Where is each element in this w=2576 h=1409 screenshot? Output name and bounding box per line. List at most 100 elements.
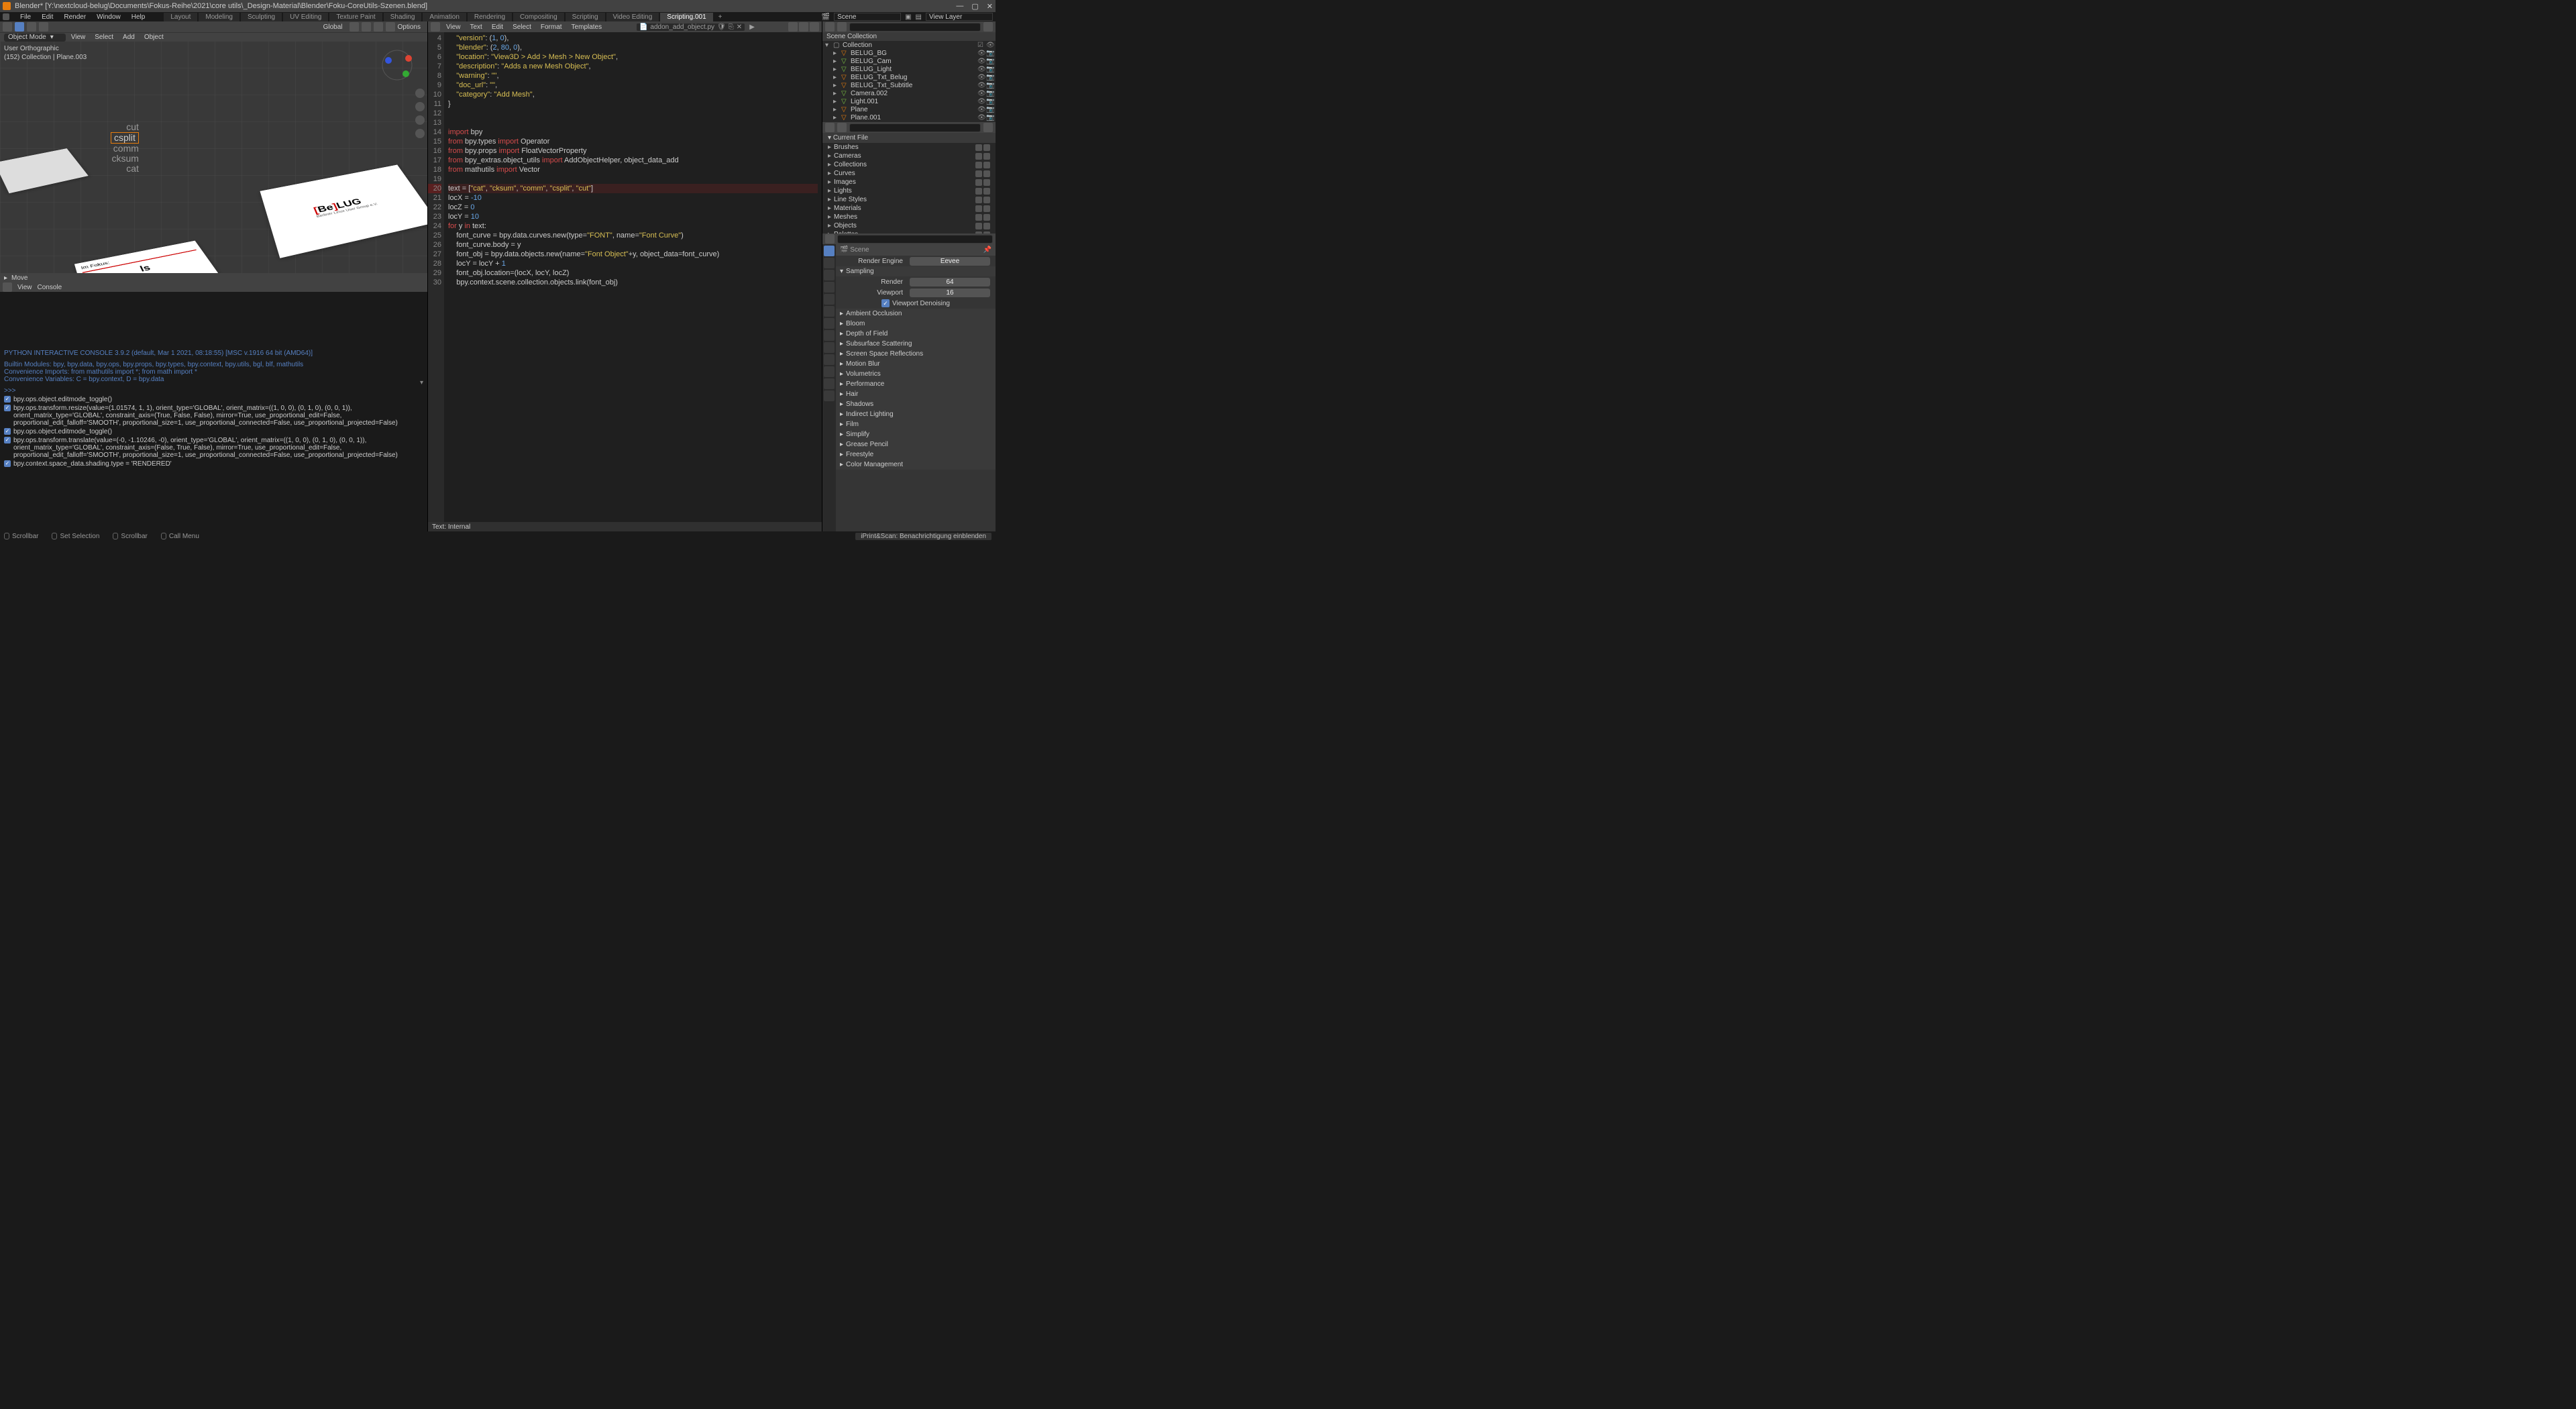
texteditor-editor-icon[interactable] bbox=[431, 22, 440, 32]
asset-category-row[interactable]: ▸Images bbox=[822, 178, 996, 187]
props-tab-physics[interactable] bbox=[824, 342, 835, 353]
tab-scripting[interactable]: Scripting bbox=[566, 13, 605, 21]
props-section[interactable]: ▸Simplify bbox=[836, 429, 996, 439]
props-section[interactable]: ▸Volumetrics bbox=[836, 369, 996, 379]
scene-name-input[interactable] bbox=[834, 13, 901, 21]
texteditor-menu-view[interactable]: View bbox=[443, 23, 464, 31]
tab-texture-paint[interactable]: Texture Paint bbox=[329, 13, 382, 21]
outliner-filter-button[interactable] bbox=[983, 22, 993, 32]
cursor-tool-button[interactable] bbox=[27, 22, 36, 32]
submenu-object[interactable]: Object bbox=[140, 34, 168, 41]
outliner-item[interactable]: ▸▽BELUG_Light👁📷 bbox=[822, 65, 996, 73]
outliner-item[interactable]: ▸▽BELUG_Txt_Belug👁📷 bbox=[822, 73, 996, 81]
props-section[interactable]: ▸Bloom bbox=[836, 319, 996, 329]
props-section[interactable]: ▸Color Management bbox=[836, 460, 996, 470]
blender-icon[interactable] bbox=[3, 13, 9, 20]
props-section[interactable]: ▸Shadows bbox=[836, 399, 996, 409]
props-tab-material[interactable] bbox=[824, 378, 835, 389]
snap-toggle[interactable] bbox=[362, 22, 371, 32]
pivot-dropdown[interactable] bbox=[350, 22, 359, 32]
props-section[interactable]: ▸Hair bbox=[836, 389, 996, 399]
pan-icon[interactable] bbox=[415, 102, 425, 111]
shield-icon[interactable]: 🛡 bbox=[717, 23, 726, 31]
snap-dropdown[interactable] bbox=[374, 22, 383, 32]
select-tool-button[interactable] bbox=[15, 22, 24, 32]
render-engine-dropdown[interactable]: Eevee bbox=[910, 257, 990, 266]
outliner-item[interactable]: ▸▽Plane.001👁📷 bbox=[822, 113, 996, 121]
asset-category-row[interactable]: ▸Materials bbox=[822, 204, 996, 213]
word-wrap-toggle[interactable] bbox=[799, 22, 808, 32]
scene-collection-row[interactable]: Scene Collection bbox=[822, 32, 996, 41]
menu-help[interactable]: Help bbox=[126, 13, 151, 21]
props-section[interactable]: ▸Indirect Lighting bbox=[836, 409, 996, 419]
navigation-gizmo[interactable] bbox=[380, 48, 414, 82]
orientation-dropdown[interactable]: Global bbox=[319, 23, 347, 31]
console-expand-icon[interactable]: ▾ bbox=[420, 379, 423, 386]
props-section[interactable]: ▸Grease Pencil bbox=[836, 439, 996, 450]
console-menu-view[interactable]: View bbox=[17, 284, 32, 291]
maximize-button[interactable]: ▢ bbox=[971, 2, 978, 11]
line-numbers-toggle[interactable] bbox=[788, 22, 798, 32]
new-text-icon[interactable]: ✕ bbox=[737, 23, 742, 31]
outliner-item[interactable]: ▸▽Light.001👁📷 bbox=[822, 97, 996, 105]
submenu-add[interactable]: Add bbox=[119, 34, 139, 41]
texteditor-menu-select[interactable]: Select bbox=[509, 23, 535, 31]
blendfile-filter[interactable] bbox=[983, 123, 993, 132]
outliner-editor-icon[interactable] bbox=[825, 22, 835, 32]
props-tab-particles[interactable] bbox=[824, 330, 835, 341]
menu-render[interactable]: Render bbox=[58, 13, 91, 21]
syntax-highlight-toggle[interactable] bbox=[810, 22, 819, 32]
scene-browse-icon[interactable]: ▣ bbox=[905, 13, 911, 21]
submenu-view[interactable]: View bbox=[67, 34, 90, 41]
asset-category-row[interactable]: ▸Line Styles bbox=[822, 195, 996, 204]
text-file-dropdown[interactable]: 📄 addon_add_object.py 🛡 ⎘ ✕ bbox=[637, 23, 745, 31]
props-tab-render[interactable] bbox=[824, 246, 835, 256]
props-tab-data[interactable] bbox=[824, 366, 835, 377]
render-samples-input[interactable]: 64 bbox=[910, 278, 990, 286]
tab-add-button[interactable]: + bbox=[714, 13, 727, 21]
console-menu-console[interactable]: Console bbox=[38, 284, 62, 291]
properties-search[interactable] bbox=[837, 235, 993, 244]
blendfile-search[interactable] bbox=[849, 123, 981, 132]
outliner-item[interactable]: ▸▽BELUG_Cam👁📷 bbox=[822, 57, 996, 65]
menu-file[interactable]: File bbox=[15, 13, 36, 21]
blendfile-editor-icon[interactable] bbox=[825, 123, 835, 132]
tab-animation[interactable]: Animation bbox=[423, 13, 466, 21]
object-mode-dropdown[interactable]: Object Mode ▾ bbox=[4, 34, 66, 42]
props-tab-texture[interactable] bbox=[824, 390, 835, 401]
pin-icon[interactable]: 📌 bbox=[983, 246, 991, 254]
texteditor-menu-templates[interactable]: Templates bbox=[568, 23, 606, 31]
camera-view-icon[interactable] bbox=[415, 115, 425, 125]
move-tool-button[interactable] bbox=[39, 22, 48, 32]
props-section[interactable]: ▸Screen Space Reflections bbox=[836, 349, 996, 359]
outliner-search[interactable] bbox=[849, 23, 981, 32]
collection-row[interactable]: ▾ ▢ Collection ☑👁 bbox=[822, 41, 996, 49]
asset-category-row[interactable]: ▸Meshes bbox=[822, 213, 996, 221]
viewport-denoising-checkbox[interactable]: ✓ bbox=[881, 299, 890, 307]
outliner-item[interactable]: ▸▽BELUG_Txt_Subtitle👁📷 bbox=[822, 81, 996, 89]
breadcrumb-scene[interactable]: Scene bbox=[850, 246, 869, 254]
zoom-icon[interactable] bbox=[415, 89, 425, 98]
options-dropdown[interactable]: Options bbox=[398, 23, 425, 31]
asset-category-row[interactable]: ▸Cameras bbox=[822, 152, 996, 160]
outliner-display-mode[interactable] bbox=[837, 22, 847, 32]
outliner-item[interactable]: ▸▽BELUG_BG👁📷 bbox=[822, 49, 996, 57]
tab-shading[interactable]: Shading bbox=[384, 13, 422, 21]
sampling-header[interactable]: ▾Sampling bbox=[836, 266, 996, 276]
notification-toast[interactable]: iPrint&Scan: Benachrichtigung einblenden bbox=[855, 533, 991, 540]
code-area[interactable]: "version": (1, 0), "blender": (2, 80, 0)… bbox=[444, 32, 822, 522]
console-prompt[interactable]: >>> bbox=[4, 387, 423, 395]
asset-category-row[interactable]: ▸Collections bbox=[822, 160, 996, 169]
console-editor-icon[interactable] bbox=[3, 282, 12, 292]
props-tab-constraints[interactable] bbox=[824, 354, 835, 365]
menu-edit[interactable]: Edit bbox=[36, 13, 58, 21]
props-tab-output[interactable] bbox=[824, 258, 835, 268]
texteditor-menu-format[interactable]: Format bbox=[537, 23, 566, 31]
props-section[interactable]: ▸Film bbox=[836, 419, 996, 429]
current-file-row[interactable]: ▾ Current File bbox=[822, 133, 996, 143]
props-section[interactable]: ▸Subsurface Scattering bbox=[836, 339, 996, 349]
submenu-select[interactable]: Select bbox=[91, 34, 117, 41]
run-script-button[interactable]: ▶ bbox=[747, 22, 757, 32]
props-section[interactable]: ▸Motion Blur bbox=[836, 359, 996, 369]
perspective-toggle-icon[interactable] bbox=[415, 129, 425, 138]
